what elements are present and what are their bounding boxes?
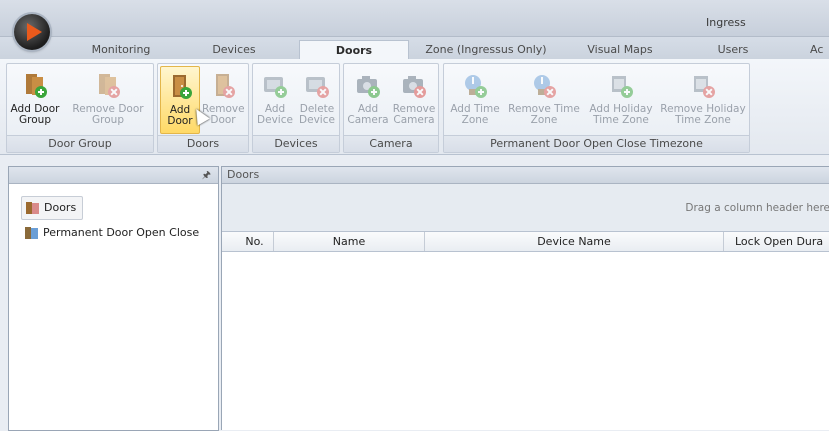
navigation-panel: 🖈 Doors Permanent Door Open Close: [8, 166, 219, 431]
delete-device-button[interactable]: Delete Device: [297, 66, 337, 132]
remove-holiday-time-zone-label: Remove Holiday Time Zone: [660, 103, 746, 126]
add-time-zone-icon: [465, 75, 487, 98]
remove-time-zone-label: Remove Time Zone: [508, 103, 580, 126]
column-header-no[interactable]: No.: [236, 232, 274, 251]
tab-zone[interactable]: Zone (Ingressus Only): [420, 40, 552, 59]
group-label-doors: Doors: [158, 135, 248, 152]
group-camera: Add Camera Remove Camera Camera: [343, 63, 439, 153]
group-label-camera: Camera: [344, 135, 438, 152]
pin-icon[interactable]: 🖈: [202, 168, 211, 185]
doors-panel-title: Doors: [222, 167, 829, 184]
door-icon: [26, 202, 39, 214]
group-label-devices: Devices: [253, 135, 339, 152]
group-by-area[interactable]: Drag a column header here: [222, 184, 829, 232]
add-holiday-time-zone-icon: [612, 76, 633, 98]
remove-door-icon: [216, 74, 235, 98]
nav-item-permanent-door-label: Permanent Door Open Close: [43, 226, 200, 239]
remove-holiday-time-zone-button[interactable]: Remove Holiday Time Zone: [660, 66, 746, 132]
remove-door-group-icon: [99, 74, 120, 98]
group-door-group: Add Door Group Remove Door Group Door Gr…: [6, 63, 154, 153]
title-bar: Ingress: [0, 0, 829, 37]
app-title: Ingress: [706, 16, 746, 29]
add-camera-icon: [357, 76, 380, 98]
add-holiday-time-zone-label: Add Holiday Time Zone: [589, 103, 653, 126]
add-time-zone-label: Add Time Zone: [450, 103, 500, 126]
column-header-lock-open-duration[interactable]: Lock Open Dura: [735, 232, 829, 251]
doors-grid-panel: Doors Drag a column header here No. Name…: [221, 166, 829, 430]
add-camera-label: Add Camera: [347, 103, 389, 126]
app-menu-button[interactable]: [14, 14, 50, 50]
group-label-door-group: Door Group: [7, 135, 153, 152]
delete-device-icon: [306, 77, 329, 98]
tab-doors[interactable]: Doors: [299, 40, 409, 60]
remove-time-zone-button[interactable]: Remove Time Zone: [506, 66, 582, 132]
play-icon: [27, 23, 42, 41]
remove-camera-label: Remove Camera: [392, 103, 436, 126]
remove-door-group-label: Remove Door Group: [72, 103, 144, 126]
add-camera-button[interactable]: Add Camera: [346, 66, 390, 132]
remove-camera-icon: [403, 76, 426, 98]
tab-devices[interactable]: Devices: [205, 40, 263, 59]
group-devices: Add Device Delete Device Devices: [252, 63, 340, 153]
remove-camera-button[interactable]: Remove Camera: [392, 66, 436, 132]
add-door-group-icon: [26, 74, 47, 98]
nav-item-doors[interactable]: Doors: [21, 196, 84, 220]
remove-holiday-time-zone-icon: [694, 76, 715, 98]
group-timezone: Add Time Zone Remove Time Zone Add Holid…: [443, 63, 750, 153]
add-door-group-button[interactable]: Add Door Group: [9, 66, 61, 132]
column-header-device-name[interactable]: Device Name: [425, 232, 724, 251]
tab-access[interactable]: Ac: [810, 40, 829, 59]
group-by-hint: Drag a column header here: [685, 202, 829, 214]
navigation-panel-header: 🖈: [9, 167, 218, 184]
add-holiday-time-zone-button[interactable]: Add Holiday Time Zone: [584, 66, 658, 132]
add-door-group-label: Add Door Group: [10, 103, 60, 126]
add-device-label: Add Device: [257, 103, 293, 126]
column-header-name[interactable]: Name: [274, 232, 425, 251]
delete-device-label: Delete Device: [299, 103, 335, 126]
group-label-timezone: Permanent Door Open Close Timezone: [444, 135, 749, 152]
add-door-icon: [173, 75, 192, 99]
nav-item-permanent-door[interactable]: Permanent Door Open Close: [21, 222, 199, 244]
tab-monitoring[interactable]: Monitoring: [88, 40, 154, 59]
add-device-button[interactable]: Add Device: [255, 66, 295, 132]
add-door-button[interactable]: Add Door: [160, 66, 200, 134]
add-time-zone-button[interactable]: Add Time Zone: [446, 66, 504, 132]
remove-door-group-button[interactable]: Remove Door Group: [65, 66, 151, 132]
tab-visual-maps[interactable]: Visual Maps: [580, 40, 660, 59]
ribbon-tabs: Monitoring Devices Doors Zone (Ingressus…: [0, 37, 829, 60]
door-timezone-icon: [25, 227, 38, 239]
tab-users[interactable]: Users: [712, 40, 754, 59]
remove-door-button[interactable]: Remove Door: [202, 66, 245, 132]
add-device-icon: [264, 77, 287, 98]
nav-item-doors-label: Doors: [44, 201, 77, 214]
remove-time-zone-icon: [534, 75, 556, 98]
ribbon: Add Door Group Remove Door Group Door Gr…: [0, 59, 829, 155]
column-header-row: No. Name Device Name Lock Open Dura: [222, 232, 829, 252]
